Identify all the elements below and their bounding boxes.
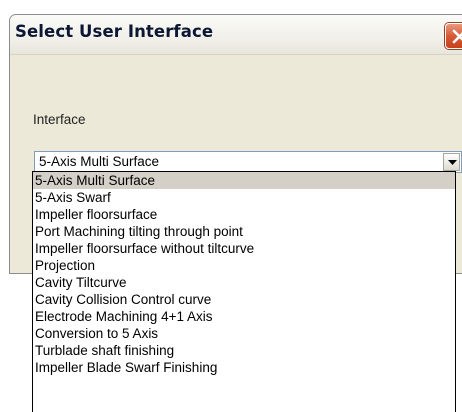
dropdown-option[interactable]: Impeller floorsurface [33,206,455,223]
dropdown-option[interactable]: Port Machining tilting through point [33,223,455,240]
combo-dropdown-button[interactable] [443,153,460,171]
dropdown-option[interactable]: Cavity Tiltcurve [33,274,455,291]
chevron-down-icon [448,160,457,165]
title-bar[interactable]: Select User Interface [10,15,462,55]
dropdown-option[interactable]: Impeller floorsurface without tiltcurve [33,240,455,257]
stage: Select User Interface Interface 5-Axis M… [0,0,462,412]
dropdown-option[interactable]: 5-Axis Multi Surface [33,172,455,189]
dropdown-option[interactable]: Projection [33,257,455,274]
dropdown-option[interactable]: 5-Axis Swarf [33,189,455,206]
dropdown-option[interactable]: Cavity Collision Control curve [33,291,455,308]
dropdown-option[interactable]: Impeller Blade Swarf Finishing [33,359,455,376]
dropdown-option[interactable]: Electrode Machining 4+1 Axis [33,308,455,325]
close-button[interactable] [445,23,462,49]
dropdown-option[interactable]: Turblade shaft finishing [33,342,455,359]
close-icon [452,29,462,44]
interface-dropdown-list: 5-Axis Multi Surface 5-Axis Swarf Impeller… [32,171,456,412]
dialog-title: Select User Interface [15,22,214,41]
interface-selected-value: 5-Axis Multi Surface [39,154,160,169]
dropdown-option[interactable]: Conversion to 5 Axis [33,325,455,342]
interface-label: Interface [33,112,86,127]
interface-combobox[interactable]: 5-Axis Multi Surface [34,151,462,173]
